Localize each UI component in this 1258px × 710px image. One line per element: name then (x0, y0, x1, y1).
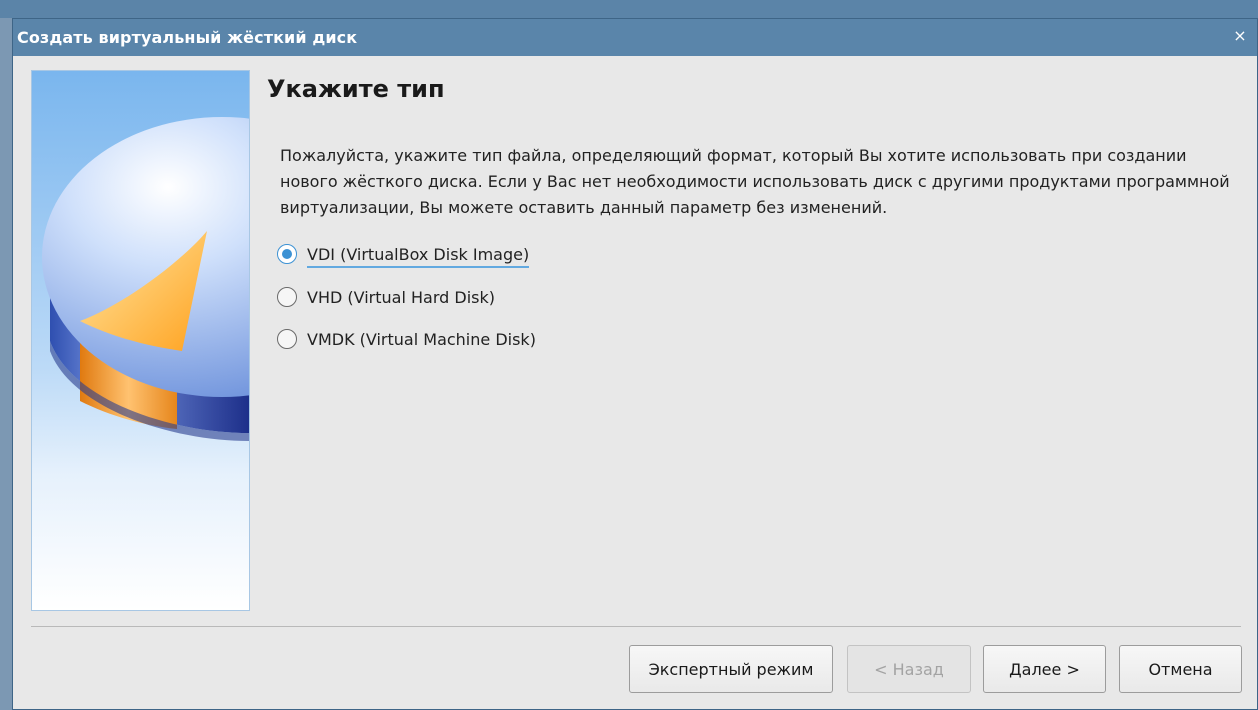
close-icon[interactable]: × (1229, 25, 1251, 47)
hard-disk-icon (32, 71, 249, 610)
option-vdi[interactable]: VDI (VirtualBox Disk Image) (277, 240, 530, 268)
dialog-titlebar[interactable]: Создать виртуальный жёсткий диск × (13, 19, 1257, 56)
dialog-title: Создать виртуальный жёсткий диск (17, 28, 358, 47)
create-virtual-disk-dialog: Создать виртуальный жёсткий диск × Укажи… (12, 18, 1258, 710)
cancel-button[interactable]: Отмена (1119, 645, 1242, 693)
option-vmdk-label: VMDK (Virtual Machine Disk) (307, 329, 536, 349)
back-button[interactable]: < Назад (847, 645, 971, 693)
option-vhd-label: VHD (Virtual Hard Disk) (307, 287, 495, 307)
footer-separator (31, 626, 1241, 627)
background-window-edge (0, 18, 12, 710)
next-button[interactable]: Далее > (983, 645, 1106, 693)
disk-illustration (31, 70, 250, 611)
page-heading: Укажите тип (267, 75, 445, 103)
radio-button-checked[interactable] (277, 244, 297, 264)
page-description: Пожалуйста, укажите тип файла, определяю… (280, 146, 1230, 217)
option-vhd[interactable]: VHD (Virtual Hard Disk) (277, 283, 495, 311)
option-vmdk[interactable]: VMDK (Virtual Machine Disk) (277, 325, 536, 353)
desktop-background (0, 0, 1258, 18)
radio-button[interactable] (277, 287, 297, 307)
expert-mode-button[interactable]: Экспертный режим (629, 645, 833, 693)
radio-button[interactable] (277, 329, 297, 349)
option-vdi-label: VDI (VirtualBox Disk Image) (307, 245, 530, 268)
